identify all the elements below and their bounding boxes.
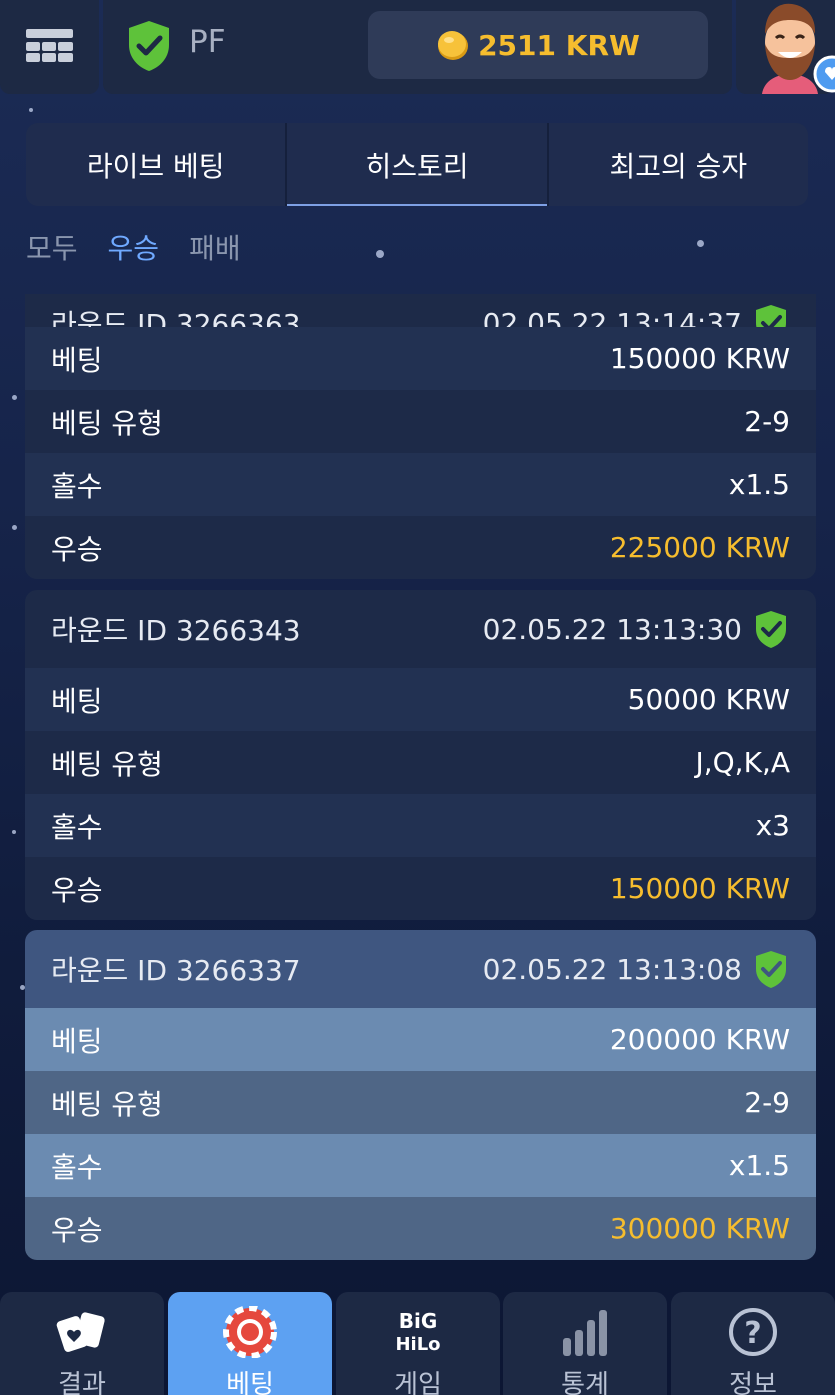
balance-display: 2511 KRW	[368, 11, 708, 79]
avatar-button[interactable]	[736, 0, 835, 94]
card-header: 라운드 ID 3266337 02.05.22 13:13:08	[25, 930, 816, 1008]
coin-icon	[438, 31, 469, 60]
row-value: 150000 KRW	[609, 342, 790, 375]
history-card: 라운드 ID 3266343 02.05.22 13:13:30 베팅 5000…	[25, 590, 816, 920]
svg-text:HiLo: HiLo	[395, 1334, 440, 1355]
card-header: 라운드 ID 3266363 02.05.22 13:14:37	[25, 294, 816, 327]
row-value: x1.5	[728, 468, 790, 501]
shield-check-icon	[756, 951, 786, 988]
bet-row: 베팅 50000 KRW	[25, 668, 816, 731]
tab-label: 최고의 승자	[609, 149, 748, 183]
bet-type-row: 베팅 유형 2-9	[25, 1071, 816, 1134]
row-label: 우승	[51, 1213, 103, 1247]
row-value: 150000 KRW	[609, 872, 790, 905]
tab-label: 히스토리	[365, 149, 469, 183]
row-value: J,Q,K,A	[695, 746, 790, 779]
nav-results[interactable]: 결과	[0, 1292, 164, 1395]
win-row: 우승 300000 KRW	[25, 1197, 816, 1260]
row-value: 225000 KRW	[609, 531, 790, 564]
shield-check-icon	[756, 305, 786, 327]
menu-button[interactable]	[0, 0, 99, 94]
card-header: 라운드 ID 3266343 02.05.22 13:13:30	[25, 590, 816, 668]
shield-check-icon	[756, 611, 786, 648]
row-label: 베팅	[51, 343, 103, 377]
round-time: 02.05.22 13:13:08	[482, 952, 742, 986]
nav-label: 통계	[561, 1370, 609, 1395]
nav-betting[interactable]: 베팅	[168, 1292, 332, 1395]
nav-label: 정보	[729, 1370, 777, 1395]
poker-chip-icon	[223, 1306, 277, 1358]
row-label: 우승	[51, 532, 103, 566]
history-card: 라운드 ID 3266363 02.05.22 13:14:37 베팅 1500…	[25, 294, 816, 579]
nav-label: 결과	[58, 1370, 106, 1395]
round-time: 02.05.22 13:14:37	[482, 306, 742, 328]
row-label: 베팅 유형	[51, 747, 163, 781]
filter-wins[interactable]: 우승	[108, 227, 160, 267]
filter-all[interactable]: 모두	[26, 227, 78, 267]
history-list[interactable]: 라운드 ID 3266363 02.05.22 13:14:37 베팅 1500…	[25, 294, 816, 1270]
big-hilo-logo-icon: BiG HiLo	[395, 1309, 440, 1355]
row-value: x3	[755, 809, 790, 842]
row-label: 우승	[51, 873, 103, 907]
win-row: 우승 225000 KRW	[25, 516, 816, 579]
round-id: 라운드 ID 3266363	[51, 308, 301, 327]
bottom-nav: 결과 베팅 BiG HiLo 게임 통계 ? 정보	[0, 1292, 835, 1395]
balance-amount: 2511 KRW	[478, 28, 640, 62]
round-id: 라운드 ID 3266343	[51, 614, 301, 647]
app-screen: PF 2511 KRW 라이브 베팅 히스토리 최고의 승자 모두 우승 패배 …	[0, 0, 835, 1395]
bet-type-row: 베팅 유형 J,Q,K,A	[25, 731, 816, 794]
row-value: 2-9	[744, 1086, 790, 1119]
svg-text:?: ?	[744, 1316, 761, 1351]
provably-fair-bar: PF 2511 KRW	[103, 0, 732, 94]
main-tabs: 라이브 베팅 히스토리 최고의 승자	[26, 123, 808, 206]
odds-row: 홀수 x3	[25, 794, 816, 857]
cards-icon	[56, 1312, 105, 1352]
avatar	[762, 3, 835, 94]
row-label: 베팅	[51, 1024, 103, 1058]
nav-game[interactable]: BiG HiLo 게임	[336, 1292, 500, 1395]
nav-label: 베팅	[226, 1370, 274, 1395]
odds-row: 홀수 x1.5	[25, 1134, 816, 1197]
row-label: 홀수	[51, 1150, 103, 1184]
pf-label: PF	[189, 24, 226, 60]
nav-statistics[interactable]: 통계	[503, 1292, 667, 1395]
row-value: 2-9	[744, 405, 790, 438]
nav-label: 게임	[394, 1370, 442, 1395]
row-value: 50000 KRW	[627, 683, 790, 716]
row-label: 베팅	[51, 684, 103, 718]
bet-row: 베팅 200000 KRW	[25, 1008, 816, 1071]
row-label: 베팅 유형	[51, 406, 163, 440]
result-filter: 모두 우승 패배	[26, 227, 241, 267]
row-value: 200000 KRW	[609, 1023, 790, 1056]
svg-text:BiG: BiG	[399, 1309, 438, 1333]
bar-chart-icon	[563, 1310, 607, 1356]
grid-menu-icon	[26, 29, 73, 62]
nav-info[interactable]: ? 정보	[671, 1292, 835, 1395]
tab-live-betting[interactable]: 라이브 베팅	[26, 123, 285, 206]
odds-row: 홀수 x1.5	[25, 453, 816, 516]
row-value: x1.5	[728, 1149, 790, 1182]
row-label: 베팅 유형	[51, 1087, 163, 1121]
round-time: 02.05.22 13:13:30	[482, 612, 742, 646]
tab-top-winners[interactable]: 최고의 승자	[546, 123, 808, 206]
win-row: 우승 150000 KRW	[25, 857, 816, 920]
top-bar: PF 2511 KRW	[0, 0, 835, 94]
row-label: 홀수	[51, 810, 103, 844]
tab-history[interactable]: 히스토리	[285, 123, 547, 206]
bet-row: 베팅 150000 KRW	[25, 327, 816, 390]
bet-type-row: 베팅 유형 2-9	[25, 390, 816, 453]
row-label: 홀수	[51, 469, 103, 503]
question-icon: ?	[729, 1308, 777, 1356]
tab-label: 라이브 베팅	[86, 149, 225, 183]
filter-losses[interactable]: 패배	[189, 227, 241, 267]
round-id: 라운드 ID 3266337	[51, 954, 301, 987]
row-value: 300000 KRW	[609, 1212, 790, 1245]
history-card-selected: 라운드 ID 3266337 02.05.22 13:13:08 베팅 2000…	[25, 930, 816, 1260]
shield-check-icon	[129, 21, 169, 71]
